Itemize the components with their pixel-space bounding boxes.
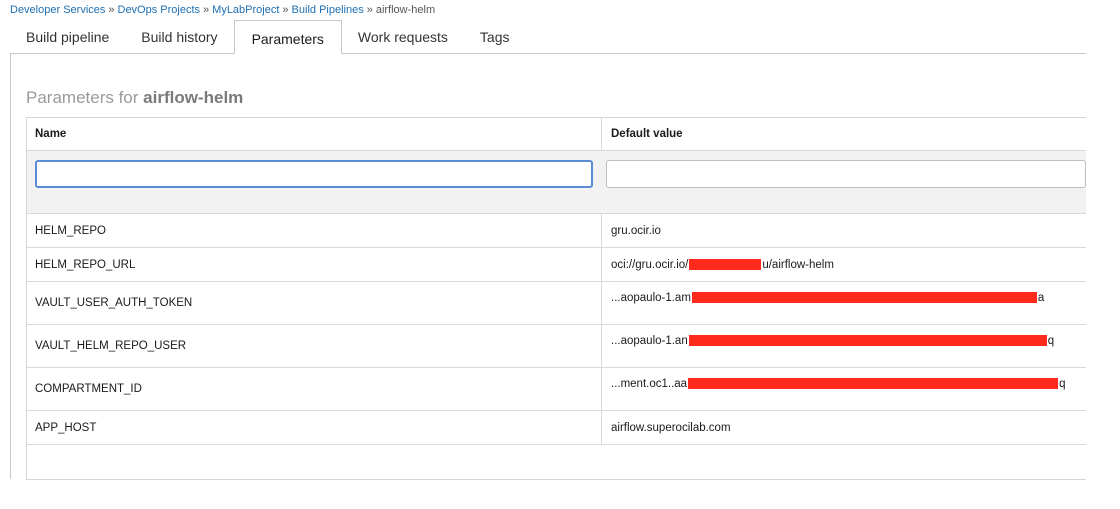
empty-cell [602, 445, 1086, 479]
column-header-default-value[interactable]: Default value [602, 118, 1086, 150]
filter-name-cell [27, 151, 598, 188]
breadcrumb-current: airflow-helm [375, 4, 436, 16]
breadcrumb-build-pipelines[interactable]: Build Pipelines [292, 4, 364, 16]
param-value-text: ...ment.oc1..aa [611, 378, 688, 390]
filter-value-cell [598, 151, 1086, 188]
tab-label: Work requests [357, 29, 448, 45]
param-value-text: ...aopaulo-1.am [611, 292, 691, 304]
param-name: VAULT_USER_AUTH_TOKEN [27, 282, 602, 324]
breadcrumb-developer-services[interactable]: Developer Services [10, 4, 105, 16]
tab-work-requests[interactable]: Work requests [342, 20, 464, 54]
param-value-suffix: a [1037, 292, 1045, 304]
redaction-mark [691, 292, 1037, 303]
tab-tags[interactable]: Tags [464, 20, 526, 54]
table-row: HELM_REPO_URL oci://gru.ocir.io/u/airflo… [27, 248, 1086, 282]
tab-label: Tags [479, 29, 510, 45]
table-row: HELM_REPO gru.ocir.io [27, 214, 1086, 248]
param-value: ...aopaulo-1.am a [602, 282, 1086, 324]
parameters-table: Name Default value HELM_REPO gru.ocir.io… [26, 117, 1086, 480]
page-title: Parameters for airflow-helm [26, 88, 243, 108]
param-name: HELM_REPO_URL [27, 248, 602, 281]
param-value-suffix: q [1047, 335, 1055, 347]
param-value-suffix: u/airflow-helm [762, 258, 834, 271]
param-name: COMPARTMENT_ID [27, 368, 602, 410]
empty-cell [27, 445, 602, 479]
param-value: ...ment.oc1..aa q [602, 368, 1086, 410]
tab-label: Build pipeline [26, 29, 110, 45]
tab-label: Build history [141, 29, 218, 45]
filter-row [27, 151, 1086, 214]
breadcrumb-separator: » [108, 4, 115, 16]
param-value-text: ...aopaulo-1.an [611, 335, 688, 347]
page-title-pipeline-name: airflow-helm [143, 88, 244, 107]
tab-build-pipeline[interactable]: Build pipeline [10, 20, 125, 54]
tab-label: Parameters [251, 31, 324, 47]
table-empty-row [27, 445, 1086, 479]
panel-border [10, 53, 11, 479]
param-name: VAULT_HELM_REPO_USER [27, 325, 602, 367]
param-value: ...aopaulo-1.an q [602, 325, 1086, 367]
table-header-row: Name Default value [27, 118, 1086, 151]
redaction-mark [688, 335, 1047, 346]
table-row: APP_HOST airflow.superocilab.com [27, 411, 1086, 445]
breadcrumb-separator: » [203, 4, 210, 16]
filter-value-input[interactable] [606, 160, 1086, 188]
param-value: gru.ocir.io [602, 214, 1086, 247]
filter-name-input[interactable] [35, 160, 593, 188]
tab-build-history[interactable]: Build history [125, 20, 233, 54]
param-value: oci://gru.ocir.io/u/airflow-helm [602, 248, 1086, 281]
table-row: COMPARTMENT_ID ...ment.oc1..aa q [27, 368, 1086, 411]
column-header-name[interactable]: Name [27, 118, 602, 150]
breadcrumb-devops-projects[interactable]: DevOps Projects [118, 4, 201, 16]
breadcrumb-separator: » [366, 4, 373, 16]
param-value-text: gru.ocir.io [611, 224, 661, 237]
breadcrumb-mylabproject[interactable]: MyLabProject [212, 4, 279, 16]
redaction-mark [688, 378, 1059, 389]
tab-bar: Build pipeline Build history Parameters … [10, 20, 1086, 54]
tab-parameters[interactable]: Parameters [233, 20, 342, 54]
param-value-text: airflow.superocilab.com [611, 421, 731, 434]
param-value-suffix: q [1059, 378, 1066, 390]
param-name: HELM_REPO [27, 214, 602, 247]
breadcrumb-separator: » [282, 4, 289, 16]
redaction-mark [689, 259, 762, 270]
param-value-text: oci://gru.ocir.io/ [611, 258, 689, 271]
breadcrumb: Developer Services» DevOps Projects» MyLab… [10, 4, 435, 16]
param-name: APP_HOST [27, 411, 602, 444]
table-row: VAULT_HELM_REPO_USER ...aopaulo-1.an q [27, 325, 1086, 368]
param-value: airflow.superocilab.com [602, 411, 1086, 444]
page-title-prefix: Parameters for [26, 88, 139, 107]
table-row: VAULT_USER_AUTH_TOKEN ...aopaulo-1.am a [27, 282, 1086, 325]
